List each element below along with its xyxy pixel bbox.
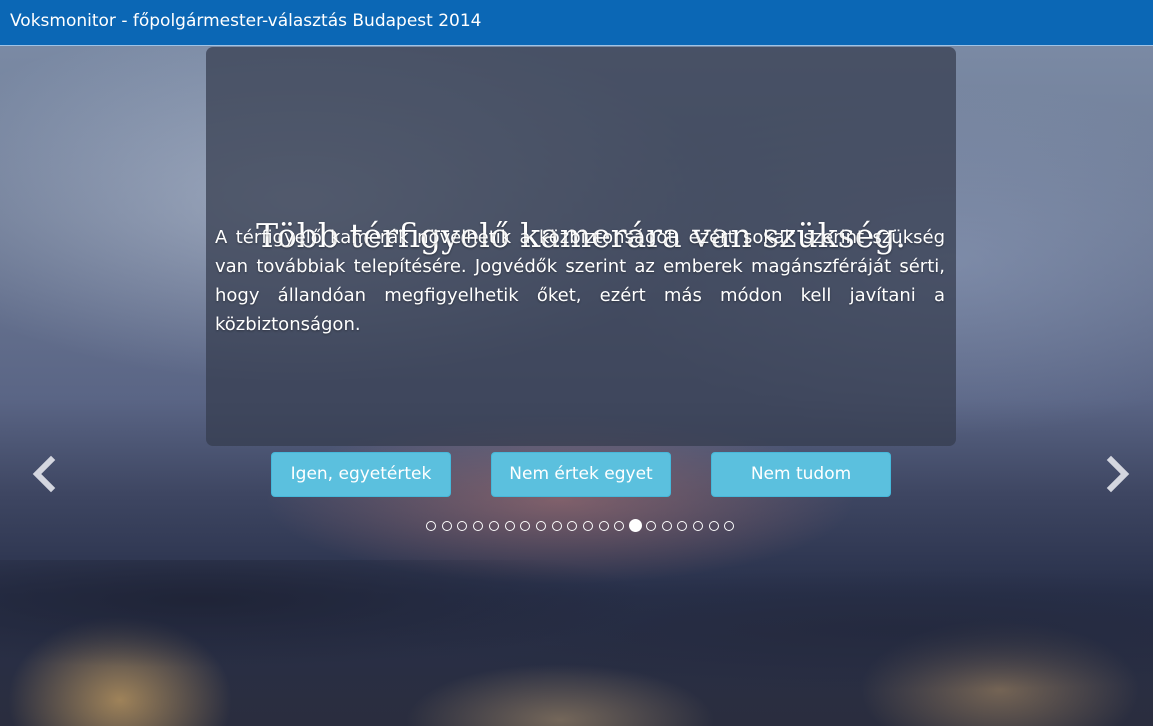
pagination-dot[interactable]: [441, 521, 452, 531]
pagination-dot[interactable]: [677, 521, 688, 531]
header-bar: Voksmonitor - főpolgármester-választás B…: [0, 0, 1153, 46]
pagination-dot[interactable]: [426, 521, 436, 531]
question-description: A térfigyelő kamerák növelhetik a közbiz…: [215, 227, 945, 335]
pagination-dot[interactable]: [629, 519, 643, 532]
answer-no-button[interactable]: Nem értek egyet: [491, 452, 671, 497]
pagination-dot[interactable]: [614, 521, 625, 531]
pagination-dots: [426, 519, 738, 533]
pagination-dot[interactable]: [724, 521, 735, 531]
chevron-left-icon: [32, 455, 56, 493]
pagination-dot[interactable]: [488, 521, 499, 531]
next-question-button[interactable]: [1098, 452, 1138, 496]
pagination-dot[interactable]: [583, 521, 593, 531]
pagination-dot[interactable]: [457, 521, 468, 531]
pagination-dot[interactable]: [598, 521, 609, 531]
pagination-dot[interactable]: [708, 521, 719, 531]
pagination-dot[interactable]: [520, 521, 531, 531]
pagination-dot[interactable]: [692, 521, 703, 531]
background-hills: [0, 560, 1153, 726]
pagination-dot[interactable]: [567, 521, 578, 531]
pagination-dot[interactable]: [661, 521, 672, 531]
pagination-dot[interactable]: [551, 521, 562, 531]
question-card: Több térfigyelő kamerára van szükség. A …: [206, 47, 956, 446]
pagination-dot[interactable]: [645, 521, 656, 531]
prev-question-button[interactable]: [24, 452, 64, 496]
answer-dunno-button[interactable]: Nem tudom: [711, 452, 891, 497]
chevron-right-icon: [1106, 455, 1130, 493]
answer-yes-button[interactable]: Igen, egyetértek: [271, 452, 451, 497]
pagination-dot[interactable]: [473, 521, 484, 531]
app-title: Voksmonitor - főpolgármester-választás B…: [10, 11, 482, 31]
pagination-dot[interactable]: [504, 521, 515, 531]
pagination-dot[interactable]: [535, 521, 546, 531]
